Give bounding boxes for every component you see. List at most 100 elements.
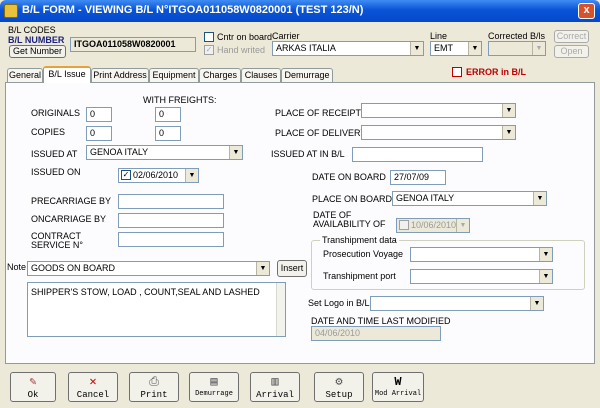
carrier-label: Carrier (272, 31, 300, 41)
service-number-label: SERVICE N° (31, 240, 83, 250)
printer-icon: ⎙ (149, 375, 159, 389)
copies-input[interactable]: 0 (86, 126, 112, 141)
note-select[interactable]: GOODS ON BOARD ▼ (27, 261, 270, 276)
chevron-down-icon: ▼ (539, 248, 552, 261)
note-value: GOODS ON BOARD (31, 263, 116, 273)
chevron-down-icon: ▼ (532, 42, 545, 55)
get-number-button[interactable]: Get Number (9, 45, 66, 58)
setup-button[interactable]: ⚙ Setup (314, 372, 364, 402)
arrival-button[interactable]: ▥ Arrival (250, 372, 300, 402)
window-title: B/L FORM - VIEWING B/L N°ITGOA011058W082… (22, 4, 364, 16)
place-of-delivery-select[interactable]: ▼ (361, 125, 516, 140)
place-on-board-value: GENOA ITALY (396, 193, 455, 203)
place-on-board-label: PLACE ON BOARD (312, 194, 393, 204)
corrected-bls-label: Corrected B/ls (488, 31, 546, 41)
chevron-down-icon: ▼ (533, 192, 546, 205)
originals-freight-input[interactable]: 0 (155, 107, 181, 122)
availability-of-label: AVAILABILITY OF (313, 219, 386, 229)
carrier-value: ARKAS ITALIA (276, 43, 336, 53)
tab-clauses[interactable]: Clauses (241, 68, 281, 82)
oncarriage-input[interactable] (118, 213, 224, 228)
chevron-down-icon: ▼ (502, 104, 515, 117)
issued-at-select[interactable]: GENOA ITALY ▼ (86, 145, 243, 160)
note-textarea[interactable]: SHIPPER'S STOW, LOAD , COUNT,SEAL AND LA… (27, 282, 286, 337)
contract-service-input[interactable] (118, 232, 224, 247)
issued-on-label: ISSUED ON (31, 167, 81, 177)
line-value: EMT (434, 43, 453, 53)
tab-bl-issue[interactable]: B/L Issue (43, 66, 91, 83)
transhipment-port-label: Transhipment port (323, 271, 396, 281)
prosecution-voyage-label: Prosecution Voyage (323, 249, 404, 259)
setup-icon: ⚙ (335, 375, 343, 389)
date-on-board-label: DATE ON BOARD (312, 172, 386, 182)
precarriage-input[interactable] (118, 194, 224, 209)
set-logo-label: Set Logo in B/L (308, 298, 370, 308)
issued-at-label: ISSUED AT (31, 149, 78, 159)
open-button[interactable]: Open (554, 45, 589, 58)
originals-label: ORIGINALS (31, 108, 81, 118)
tab-demurrage[interactable]: Demurrage (281, 68, 333, 82)
correct-button[interactable]: Correct (554, 30, 589, 43)
chevron-down-icon: ▼ (468, 42, 481, 55)
corrected-bls-select[interactable]: ▼ (488, 41, 546, 56)
chevron-down-icon: ▼ (502, 126, 515, 139)
place-of-receipt-select[interactable]: ▼ (361, 103, 516, 118)
issued-on-value: 02/06/2010 (133, 170, 179, 180)
tab-general[interactable]: General (7, 68, 43, 82)
error-checkbox[interactable] (452, 67, 462, 77)
tab-equipment[interactable]: Equipment (149, 68, 199, 82)
place-on-board-select[interactable]: GENOA ITALY ▼ (392, 191, 547, 206)
chevron-down-icon: ▼ (539, 270, 552, 283)
chevron-down-icon: ▼ (410, 42, 423, 55)
chevron-down-icon: ▼ (256, 262, 269, 275)
prosecution-voyage-select[interactable]: ▼ (410, 247, 553, 262)
bl-number-label: B/L NUMBER (8, 35, 65, 45)
tab-print-address[interactable]: Print Address (91, 68, 149, 82)
bl-codes-label: B/L CODES (8, 25, 56, 35)
chevron-down-icon: ▼ (530, 297, 543, 310)
issued-at-in-bl-input[interactable] (352, 147, 483, 162)
issued-on-checkbox[interactable]: ✓ (121, 170, 131, 180)
demurrage-icon: ▤ (210, 375, 218, 389)
chevron-down-icon: ▼ (456, 219, 469, 232)
demurrage-button[interactable]: ▤ Demurrage (189, 372, 239, 402)
note-label: Note (7, 262, 27, 272)
app-icon (4, 4, 18, 18)
date-on-board-input[interactable]: 27/07/09 (390, 170, 446, 185)
precarriage-label: PRECARRIAGE BY (31, 196, 112, 206)
originals-input[interactable]: 0 (86, 107, 112, 122)
chevron-down-icon: ▼ (229, 146, 242, 159)
line-label: Line (430, 31, 448, 41)
transhipment-title: Transhipment data (320, 235, 399, 245)
with-freights-label: WITH FREIGHTS: (143, 95, 217, 105)
chevron-down-icon: ▼ (185, 169, 198, 182)
close-button[interactable]: x (578, 3, 595, 19)
error-label: ERROR in B/L (466, 67, 526, 77)
transhipment-port-select[interactable]: ▼ (410, 269, 553, 284)
hand-writed-checkbox[interactable]: ✓ (204, 45, 214, 55)
place-of-receipt-label: PLACE OF RECEIPT (275, 108, 362, 118)
cntr-on-board-checkbox[interactable] (204, 32, 214, 42)
line-select[interactable]: EMT ▼ (430, 41, 482, 56)
oncarriage-label: ONCARRIAGE BY (31, 214, 107, 224)
issued-at-in-bl-label: ISSUED AT IN B/L (271, 149, 345, 159)
print-button[interactable]: ⎙ Print (129, 372, 179, 402)
carrier-select[interactable]: ARKAS ITALIA ▼ (272, 41, 424, 56)
ok-button[interactable]: ✎ Ok (10, 372, 56, 402)
cancel-button[interactable]: ✕ Cancel (68, 372, 118, 402)
mod-arrival-icon: W (394, 375, 402, 389)
copies-freight-input[interactable]: 0 (155, 126, 181, 141)
set-logo-select[interactable]: ▼ (370, 296, 544, 311)
availability-value: 10/06/2010 (411, 220, 457, 230)
insert-button[interactable]: Insert (277, 260, 307, 277)
tab-charges[interactable]: Charges (199, 68, 241, 82)
note-scrollbar[interactable] (276, 283, 285, 336)
last-modified-label: DATE AND TIME LAST MODIFIED (311, 316, 451, 326)
cntr-on-board-label: Cntr on board (217, 32, 273, 42)
availability-checkbox[interactable] (399, 220, 409, 230)
mod-arrival-button[interactable]: W Mod Arrival (372, 372, 424, 402)
hand-writed-label: Hand writed (217, 45, 266, 55)
issued-at-value: GENOA ITALY (90, 147, 149, 157)
cancel-icon: ✕ (89, 375, 97, 389)
place-of-delivery-label: PLACE OF DELIVERY (275, 128, 367, 138)
